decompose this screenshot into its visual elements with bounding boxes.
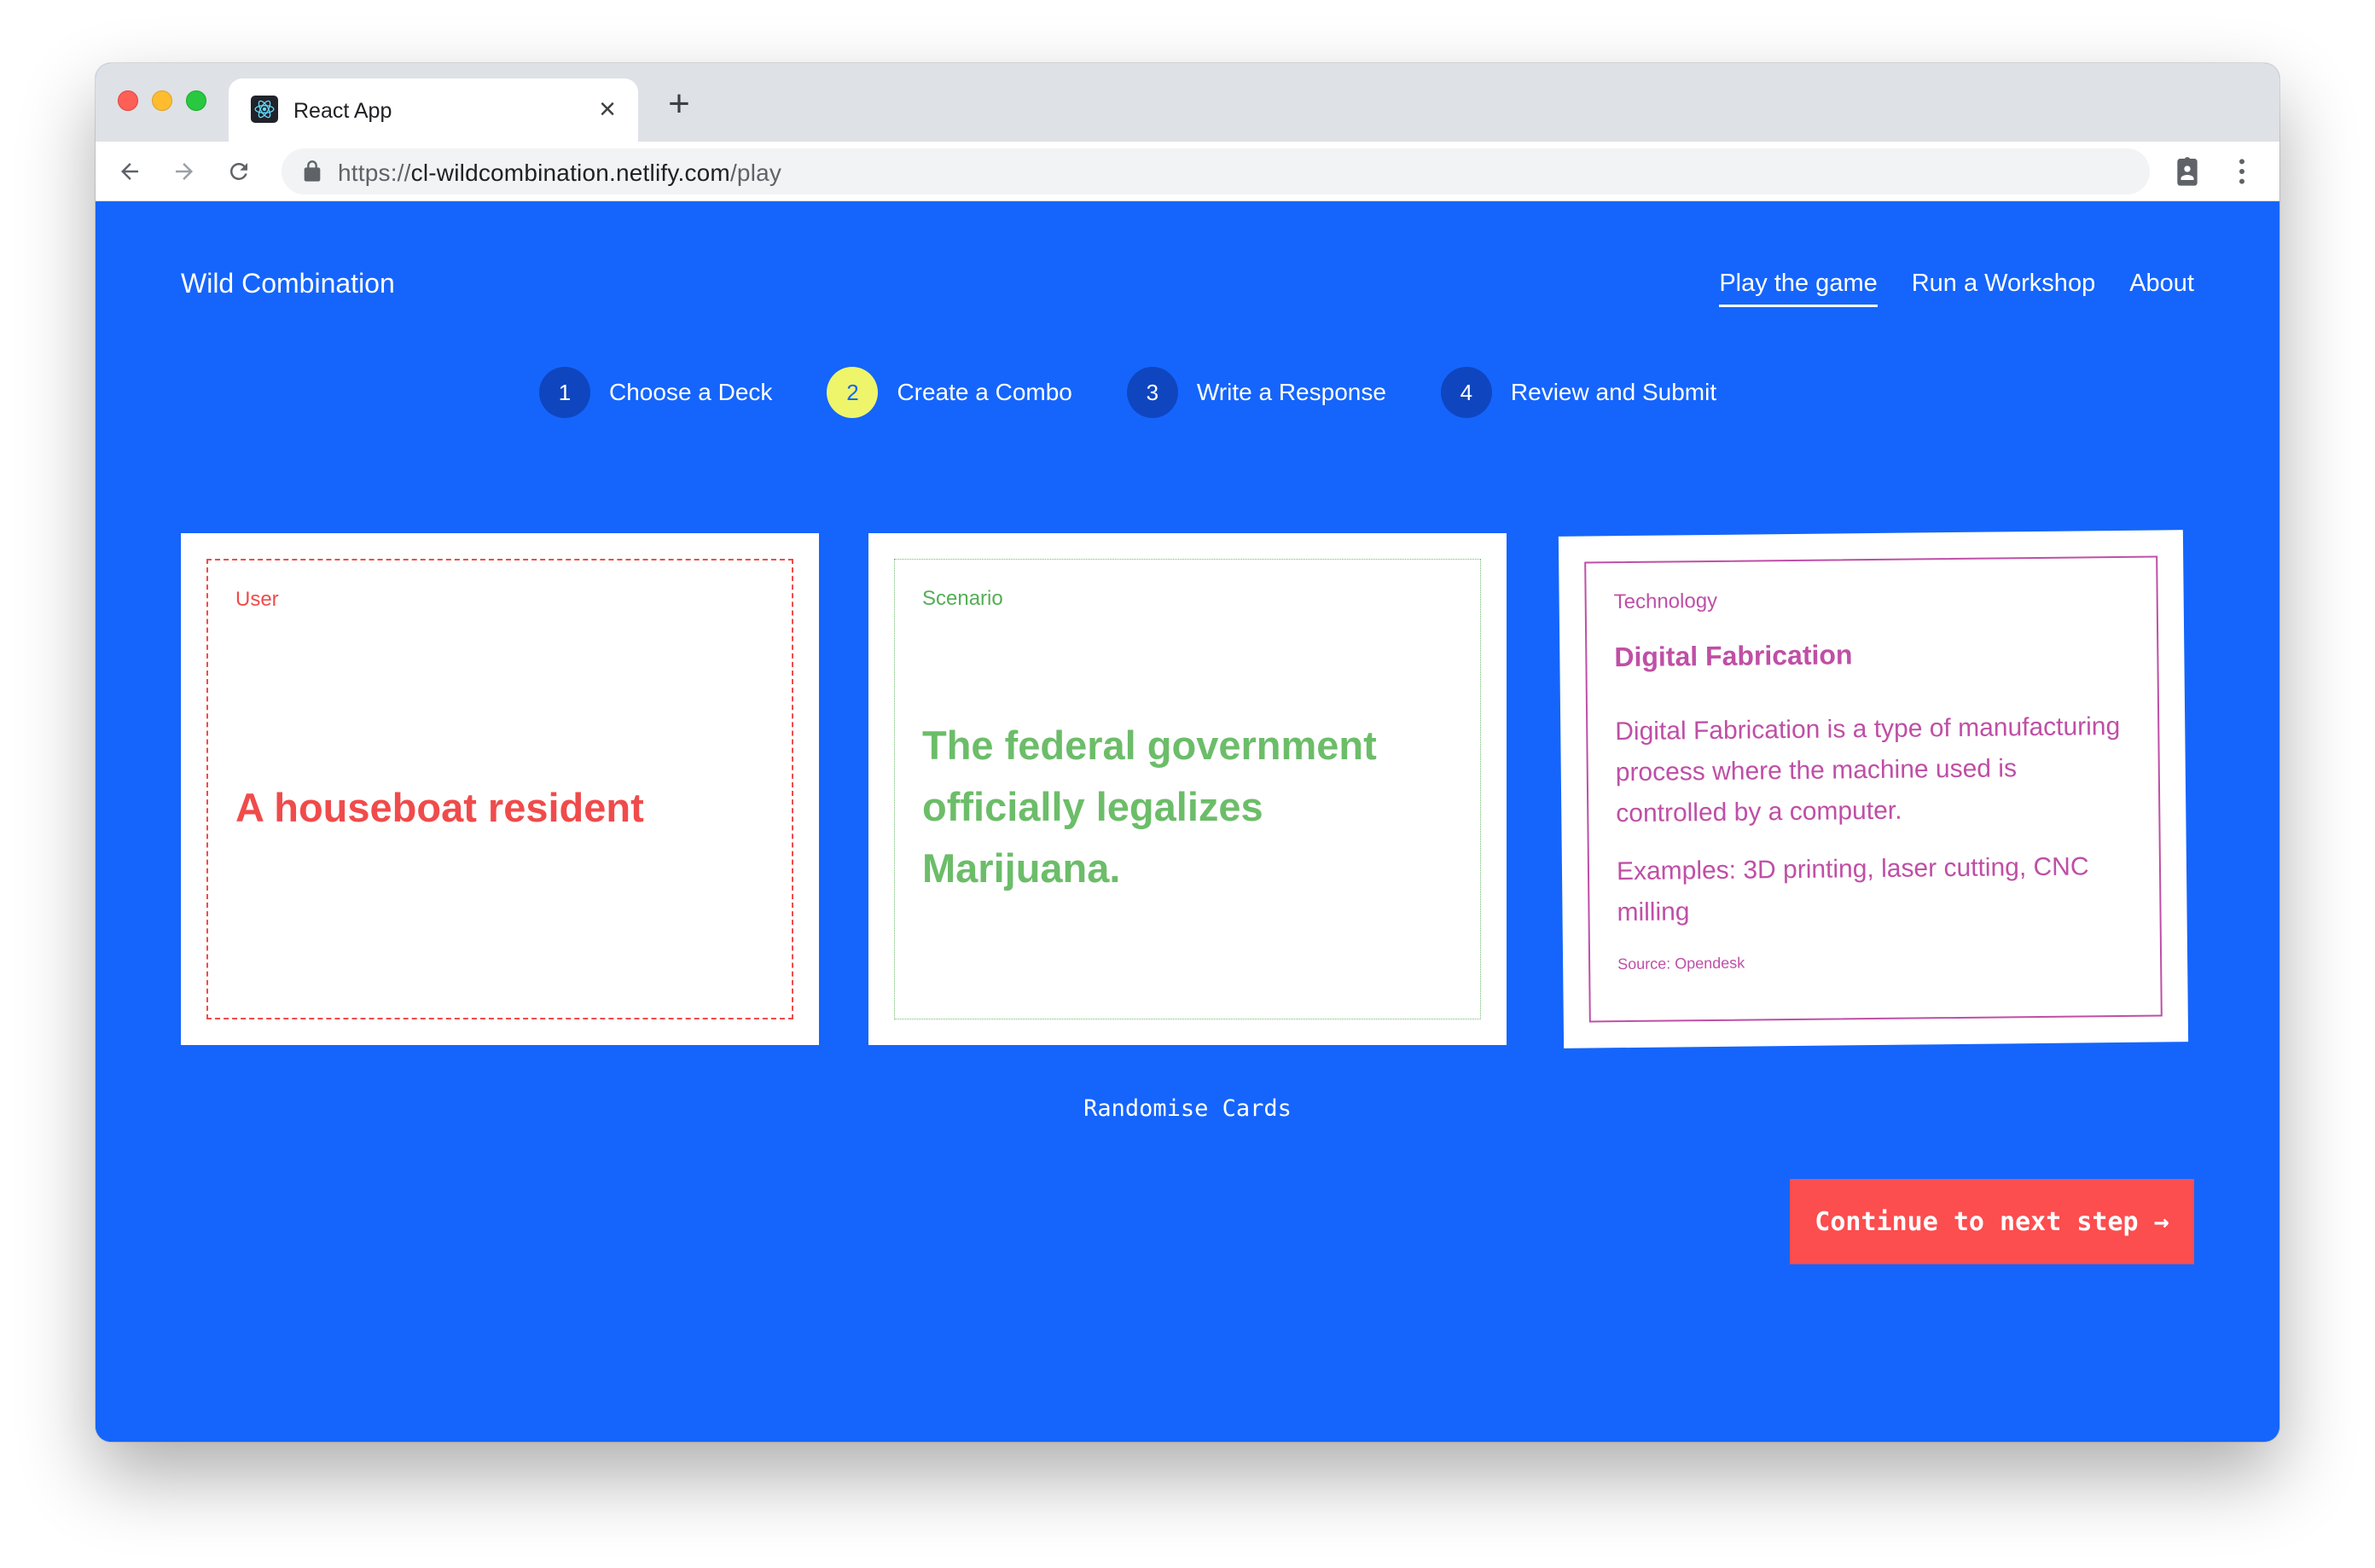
step-label: Write a Response [1196, 379, 1386, 405]
technology-card[interactable]: Technology Digital Fabrication Digital F… [1558, 530, 2189, 1048]
react-logo-icon [251, 96, 278, 123]
close-window-button[interactable] [118, 90, 138, 111]
brand-logo[interactable]: Wild Combination [181, 268, 395, 299]
close-tab-icon[interactable]: × [592, 94, 623, 125]
card-category: Technology [1613, 589, 1718, 614]
step-choose-deck[interactable]: 1 Choose a Deck [539, 367, 772, 418]
nav-about[interactable]: About [2129, 270, 2194, 307]
step-number: 4 [1440, 367, 1492, 418]
tab-strip: React App × + [96, 63, 2279, 142]
badge-extension-icon[interactable] [2170, 154, 2204, 189]
back-arrow-icon[interactable] [109, 151, 150, 192]
card-border: Scenario The federal government official… [894, 559, 1481, 1019]
card-text: A houseboat resident [235, 785, 644, 830]
step-number: 3 [1126, 367, 1178, 418]
step-number: 1 [539, 367, 590, 418]
card-category: Scenario [922, 587, 1003, 610]
card-description: Digital Fabrication is a type of manufac… [1615, 711, 2121, 828]
card-border: User A houseboat resident [206, 559, 793, 1019]
tab-title: React App [293, 99, 392, 123]
page-content: Wild Combination Play the game Run a Wor… [96, 201, 2279, 1442]
reload-icon[interactable] [218, 151, 259, 192]
card-category: User [235, 588, 279, 611]
step-review-submit[interactable]: 4 Review and Submit [1440, 367, 1717, 418]
browser-toolbar: https://cl-wildcombination.netlify.com/p… [96, 142, 2279, 201]
browser-window: React App × + https://cl-wildcombination… [96, 63, 2279, 1442]
step-progress: 1 Choose a Deck 2 Create a Combo 3 Write… [539, 367, 1716, 418]
scenario-card[interactable]: Scenario The federal government official… [868, 533, 1507, 1045]
continue-button[interactable]: Continue to next step → [1790, 1179, 2194, 1264]
new-tab-button[interactable]: + [660, 85, 698, 123]
card-source: Source: Opendesk [1617, 954, 1745, 973]
step-create-combo[interactable]: 2 Create a Combo [827, 367, 1072, 418]
main-nav: Play the game Run a Workshop About [1719, 270, 2194, 307]
maximize-window-button[interactable] [186, 90, 206, 111]
card-examples: Examples: 3D printing, laser cutting, CN… [1616, 852, 2089, 927]
kebab-menu-icon[interactable] [2225, 154, 2259, 189]
card-text: The federal government officially legali… [922, 723, 1377, 891]
step-write-response[interactable]: 3 Write a Response [1126, 367, 1386, 418]
step-number-current: 2 [827, 367, 879, 418]
card-title: Digital Fabrication [1614, 639, 1853, 673]
nav-run-a-workshop[interactable]: Run a Workshop [1912, 270, 2095, 307]
step-label: Create a Combo [897, 379, 1072, 405]
minimize-window-button[interactable] [152, 90, 172, 111]
step-label: Choose a Deck [609, 379, 773, 405]
browser-tab[interactable]: React App × [229, 78, 638, 142]
address-bar[interactable]: https://cl-wildcombination.netlify.com/p… [282, 148, 2150, 195]
card-border: Technology Digital Fabrication Digital F… [1584, 555, 2163, 1023]
url-text: https://cl-wildcombination.netlify.com/p… [338, 160, 782, 186]
step-label: Review and Submit [1510, 379, 1717, 405]
lock-icon [300, 160, 324, 183]
user-card[interactable]: User A houseboat resident [181, 533, 819, 1045]
randomise-cards-button[interactable]: Randomise Cards [96, 1095, 2279, 1122]
nav-play-the-game[interactable]: Play the game [1719, 270, 1878, 307]
forward-arrow-icon[interactable] [164, 151, 205, 192]
